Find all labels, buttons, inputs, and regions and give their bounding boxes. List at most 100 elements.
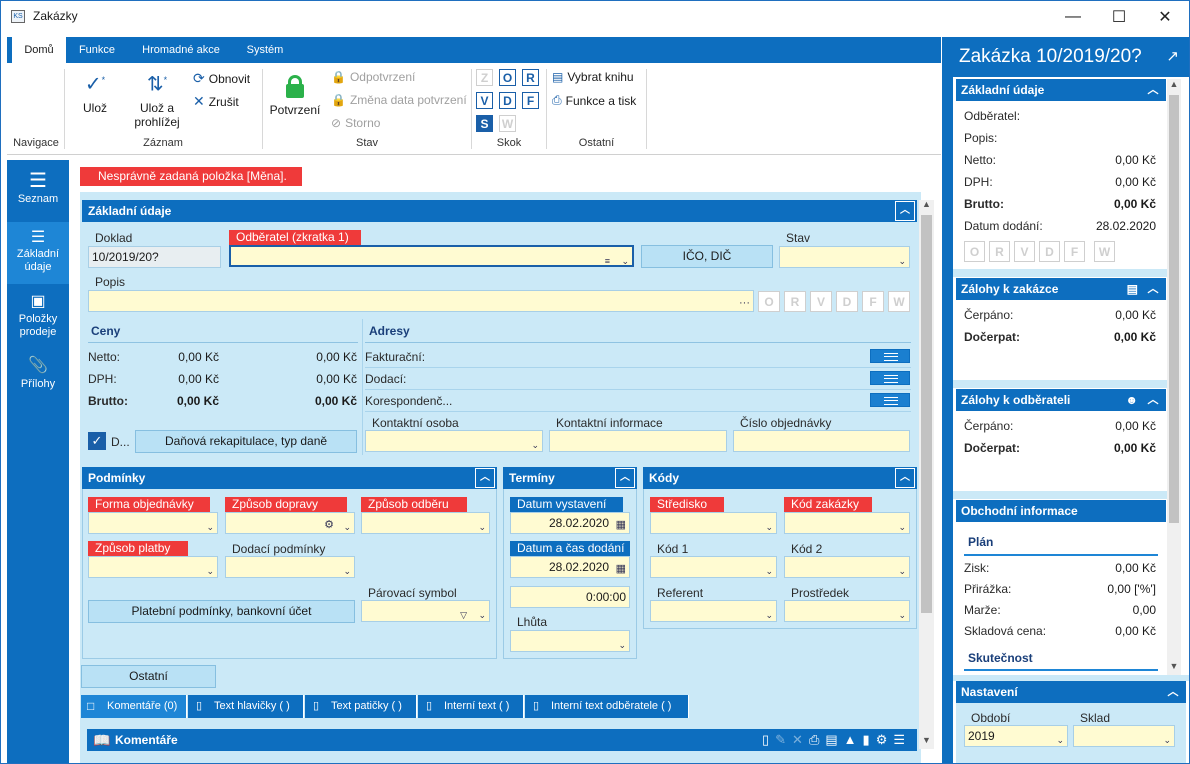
- scroll-up-icon[interactable]: ▲: [919, 199, 934, 214]
- function-print-button[interactable]: ⎙ Funkce a tisk: [552, 93, 636, 108]
- scroll-down-icon[interactable]: ▼: [919, 735, 934, 750]
- collapse-icon[interactable]: ︿: [1143, 279, 1163, 299]
- contact-person-field[interactable]: ⌄: [365, 430, 543, 452]
- right-panel-splitter[interactable]: [942, 37, 953, 763]
- transport-field[interactable]: ⚙ ⌄: [225, 512, 355, 534]
- jump-o[interactable]: O: [499, 69, 516, 86]
- confirm-button[interactable]: Potvrzení: [267, 73, 323, 117]
- external-link-icon[interactable]: ↗: [1166, 37, 1179, 77]
- collapse-icon[interactable]: ︿: [1143, 390, 1163, 410]
- storno-button[interactable]: ⊘ Storno: [331, 116, 380, 130]
- jump-w[interactable]: W: [499, 115, 516, 132]
- ico-dic-button[interactable]: IČO, DIČ: [641, 245, 773, 268]
- tab-bulk-actions[interactable]: Hromadné akce: [133, 37, 229, 63]
- tab-system[interactable]: Systém: [237, 37, 293, 63]
- tab-internal-customer-text[interactable]: ▯ Interní text odběratele ( ): [525, 695, 689, 718]
- delivery-date-field[interactable]: 28.02.2020 ▦: [510, 556, 630, 578]
- issue-date-field[interactable]: 28.02.2020 ▦: [510, 512, 630, 534]
- state-field[interactable]: ⌄: [779, 246, 910, 268]
- delivery-address-button[interactable]: [870, 371, 910, 385]
- right-jump-v[interactable]: V: [1014, 241, 1035, 262]
- other-button[interactable]: Ostatní: [81, 665, 216, 688]
- calendar-icon[interactable]: ▦: [616, 515, 626, 535]
- cancel-button[interactable]: ✕ Zrušit: [193, 93, 239, 110]
- nav-attachments[interactable]: 📎 Přílohy: [7, 348, 69, 408]
- desc-jump-r[interactable]: R: [784, 291, 806, 312]
- calendar-icon[interactable]: ▦: [616, 559, 626, 579]
- close-window-button[interactable]: ✕: [1142, 1, 1188, 32]
- cost-center-field[interactable]: ⌄: [650, 512, 777, 534]
- right-jump-f[interactable]: F: [1064, 241, 1085, 262]
- vat-checkbox[interactable]: ✓: [88, 432, 106, 450]
- edit-icon[interactable]: ✎: [775, 732, 792, 747]
- nav-sale-items[interactable]: ▣ Položky prodeje: [7, 285, 69, 347]
- gear-icon[interactable]: ⚙: [876, 732, 894, 747]
- scroll-up-icon[interactable]: ▲: [1167, 79, 1181, 93]
- tax-recap-button[interactable]: Daňová rekapitulace, typ daně: [135, 430, 357, 453]
- desc-jump-f[interactable]: F: [862, 291, 884, 312]
- chart-icon[interactable]: ▤: [825, 732, 843, 747]
- print-icon[interactable]: ⎙: [809, 732, 825, 747]
- tab-internal-text[interactable]: ▯ Interní text ( ): [418, 695, 524, 718]
- menu-icon[interactable]: ☰: [893, 732, 911, 747]
- jump-s[interactable]: S: [476, 115, 493, 132]
- tab-home[interactable]: Domů: [12, 37, 66, 63]
- pick-book-button[interactable]: ▤ Vybrat knihu: [552, 70, 634, 84]
- nav-list[interactable]: ☰ Seznam: [7, 163, 69, 221]
- unconfirm-button[interactable]: 🔒 Odpotvrzení: [331, 70, 415, 84]
- change-date-button[interactable]: 🔒 Změna data potvrzení: [331, 93, 467, 107]
- code2-field[interactable]: ⌄: [784, 556, 910, 578]
- store-field[interactable]: ⌄: [1073, 725, 1175, 747]
- tab-functions[interactable]: Funkce: [69, 37, 125, 63]
- main-scrollbar-thumb[interactable]: [921, 215, 932, 613]
- correspondence-address-button[interactable]: [870, 393, 910, 407]
- collapse-icon[interactable]: ︿: [895, 468, 915, 488]
- delete-icon[interactable]: ✕: [792, 732, 809, 747]
- right-scrollbar-thumb[interactable]: [1169, 95, 1179, 523]
- delivery-terms-field[interactable]: ⌄: [225, 556, 355, 578]
- collapse-icon[interactable]: ︿: [895, 201, 915, 221]
- save-button[interactable]: ✓* Ulož: [75, 73, 115, 115]
- jump-v[interactable]: V: [476, 92, 493, 109]
- tab-footer-text[interactable]: ▯ Text patičky ( ): [305, 695, 417, 718]
- person-list-icon[interactable]: ☻: [1125, 389, 1138, 411]
- maximize-button[interactable]: ☐: [1096, 1, 1142, 32]
- right-jump-r[interactable]: R: [989, 241, 1010, 262]
- lookup-icon[interactable]: ≡: [605, 251, 610, 271]
- delivery-time-field[interactable]: 0:00:00: [510, 586, 630, 608]
- scroll-down-icon[interactable]: ▼: [1167, 661, 1181, 675]
- order-number-field[interactable]: [733, 430, 910, 452]
- order-code-field[interactable]: ⌄: [784, 512, 910, 534]
- jump-z[interactable]: Z: [476, 69, 493, 86]
- jump-r[interactable]: R: [522, 69, 539, 86]
- collapse-icon[interactable]: ︿: [475, 468, 495, 488]
- desc-jump-v[interactable]: V: [810, 291, 832, 312]
- doklad-field[interactable]: 10/2019/20?: [88, 246, 221, 268]
- description-field[interactable]: ···: [88, 290, 754, 312]
- pickup-field[interactable]: ⌄: [361, 512, 490, 534]
- right-jump-d[interactable]: D: [1039, 241, 1060, 262]
- nav-basic-data[interactable]: ☰ Základní údaje: [7, 222, 69, 284]
- gear-icon[interactable]: ⚙: [324, 515, 334, 535]
- desc-jump-o[interactable]: O: [758, 291, 780, 312]
- collapse-icon[interactable]: ︿: [1163, 682, 1183, 702]
- more-button[interactable]: ···: [739, 293, 750, 313]
- means-field[interactable]: ⌄: [784, 600, 910, 622]
- deadline-field[interactable]: ⌄: [510, 630, 630, 652]
- document-list-icon[interactable]: ▤: [1127, 278, 1138, 300]
- filter-icon[interactable]: ▽: [460, 605, 467, 625]
- referent-field[interactable]: ⌄: [650, 600, 777, 622]
- collapse-icon[interactable]: ︿: [1143, 80, 1163, 100]
- minimize-button[interactable]: —: [1050, 1, 1096, 32]
- new-document-icon[interactable]: ▯: [762, 732, 775, 747]
- desc-jump-d[interactable]: D: [836, 291, 858, 312]
- desc-jump-w[interactable]: W: [888, 291, 910, 312]
- tree-icon[interactable]: ▲: [844, 732, 863, 747]
- pairing-symbol-field[interactable]: ▽ ⌄: [361, 600, 490, 622]
- right-jump-o[interactable]: O: [964, 241, 985, 262]
- jump-d[interactable]: D: [499, 92, 516, 109]
- payment-field[interactable]: ⌄: [88, 556, 218, 578]
- billing-address-button[interactable]: [870, 349, 910, 363]
- collapse-icon[interactable]: ︿: [615, 468, 635, 488]
- save-browse-button[interactable]: ⇅* Ulož a prohlížej: [127, 73, 187, 129]
